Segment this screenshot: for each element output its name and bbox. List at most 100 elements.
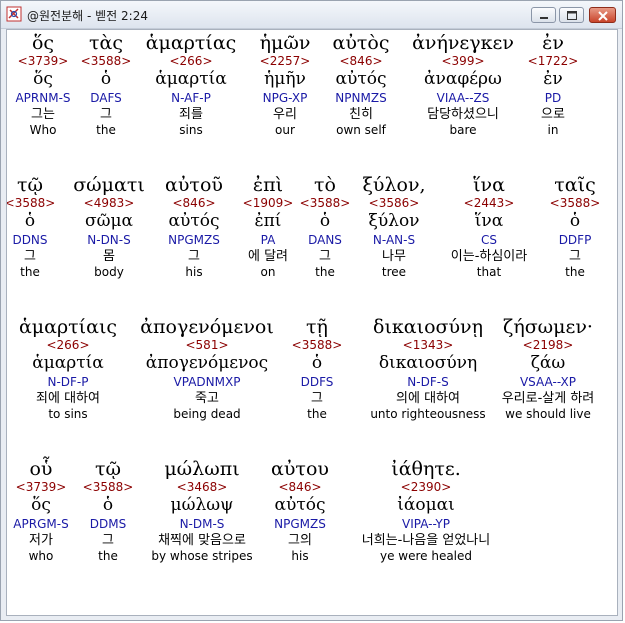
close-button[interactable] bbox=[589, 7, 616, 23]
word-column[interactable]: σώματι <4983> σῶμα N-DN-S 몸 body bbox=[73, 174, 145, 280]
parse-code: NPGMZS bbox=[168, 233, 220, 247]
korean-gloss: 우리 bbox=[273, 107, 297, 122]
word-column[interactable]: τῇ <3588> ὁ DDFS 그 the bbox=[292, 316, 343, 422]
word-column[interactable]: τὰς <3588> ὁ DAFS 그 the bbox=[81, 32, 132, 138]
word-column[interactable]: ζήσωμεν· <2198> ζάω VSAA--XP 우리로-살게 하려 we sho… bbox=[502, 316, 595, 422]
lemma: δικαιοσύνη bbox=[378, 353, 478, 373]
parse-code: N-DF-S bbox=[407, 375, 449, 389]
greek-word: μώλωπι bbox=[164, 458, 240, 480]
english-gloss: the bbox=[315, 265, 335, 279]
korean-gloss: 몸 bbox=[103, 249, 115, 264]
word-column[interactable]: τὸ <3588> ὁ DANS 그 the bbox=[300, 174, 351, 280]
word-column[interactable]: ξύλον, <3586> ξύλον N-AN-S 나무 tree bbox=[362, 174, 425, 280]
parse-code: N-AN-S bbox=[372, 233, 416, 247]
title-bar[interactable]: @원전분해 - 벧전 2:24 bbox=[1, 1, 622, 29]
english-gloss: to sins bbox=[48, 407, 88, 421]
lemma: ἐπί bbox=[254, 211, 282, 231]
korean-gloss: 에 달려 bbox=[247, 249, 288, 264]
app-window: @원전분해 - 벧전 2:24 ὅς <3739> ὅς APRNM-S 그는 Who τὰ… bbox=[0, 0, 623, 621]
strong-number: <1722> bbox=[527, 54, 579, 68]
analysis-panel[interactable]: ὅς <3739> ὅς APRNM-S 그는 Who τὰς <3588> ὁ DAFS 그 the… bbox=[6, 29, 618, 616]
strong-number: <266> bbox=[169, 54, 213, 68]
strong-number: <846> bbox=[278, 480, 322, 494]
korean-gloss: 의에 대하여 bbox=[396, 391, 460, 406]
strong-number: <3739> bbox=[15, 480, 67, 494]
lemma: μώλωψ bbox=[170, 495, 234, 515]
word-column[interactable]: αὐτου <846> αὐτός NPGMZS 그의 his bbox=[271, 458, 329, 564]
lemma: ὁ bbox=[24, 211, 36, 231]
english-gloss: Who bbox=[29, 123, 57, 137]
korean-gloss: 그 bbox=[100, 107, 112, 122]
greek-word: σώματι bbox=[73, 174, 145, 196]
word-column[interactable]: ἡμῶν <2257> ἡμῆν NPG-XP 우리 our bbox=[260, 32, 311, 138]
word-column[interactable]: ἰάθητε. <2390> ἰάομαι VIPA--YP 너희는-나음을 얻었나니 y… bbox=[362, 458, 490, 564]
korean-gloss: 그의 bbox=[288, 533, 312, 548]
greek-word: ἡμῶν bbox=[259, 32, 311, 54]
korean-gloss: 그 bbox=[188, 249, 200, 264]
word-column[interactable]: οὗ <3739> ὅς APRGM-S 저가 who bbox=[13, 458, 68, 564]
app-icon[interactable] bbox=[6, 6, 22, 22]
lemma: αὐτός bbox=[168, 211, 220, 231]
korean-gloss: 담당하셨으니 bbox=[427, 107, 499, 122]
word-column[interactable]: ἁμαρτίαις <266> ἁμαρτία N-DF-P 죄에 대하여 to sins bbox=[19, 316, 117, 422]
strong-number: <1343> bbox=[402, 338, 454, 352]
word-column[interactable]: τῷ <3588> ὁ DDNS 그 the bbox=[7, 174, 55, 280]
korean-gloss: 죄에 대하여 bbox=[36, 391, 100, 406]
greek-word: τὰς bbox=[89, 32, 123, 54]
english-gloss: his bbox=[185, 265, 203, 279]
strong-number: <3588> bbox=[291, 338, 343, 352]
word-column[interactable]: ἀνήνεγκεν <399> ἀναφέρω VIAA--ZS 담당하셨으니 bare bbox=[412, 32, 514, 138]
parse-code: N-DM-S bbox=[179, 517, 225, 531]
parse-code: CS bbox=[480, 233, 497, 247]
korean-gloss: 나무 bbox=[382, 249, 406, 264]
korean-gloss: 죽고 bbox=[195, 391, 219, 406]
greek-word: δικαιοσύνῃ bbox=[373, 316, 483, 338]
maximize-button[interactable] bbox=[559, 7, 584, 23]
parse-code: N-AF-P bbox=[171, 91, 211, 105]
strong-number: <266> bbox=[46, 338, 90, 352]
korean-gloss: 그는 bbox=[31, 107, 55, 122]
word-column[interactable]: δικαιοσύνῃ <1343> δικαιοσύνη N-DF-S 의에 대하여 un… bbox=[370, 316, 485, 422]
strong-number: <3588> bbox=[80, 54, 132, 68]
parse-code: NPG-XP bbox=[262, 91, 308, 105]
word-column[interactable]: ἵνα <2443> ἵνα CS 이는-하심이라 that bbox=[451, 174, 527, 280]
parse-code: DDMS bbox=[89, 517, 127, 531]
word-column[interactable]: αὐτὸς <846> αὐτός NPNMZS 친히 own self bbox=[333, 32, 390, 138]
word-column[interactable]: ταῖς <3588> ὁ DDFP 그 the bbox=[550, 174, 601, 280]
parse-code: N-DN-S bbox=[87, 233, 131, 247]
word-column[interactable]: τῷ <3588> ὁ DDMS 그 the bbox=[83, 458, 134, 564]
english-gloss: who bbox=[28, 549, 54, 563]
greek-word: ξύλον, bbox=[362, 174, 426, 196]
english-gloss: by whose stripes bbox=[151, 549, 253, 563]
greek-word: ἐπὶ bbox=[252, 174, 284, 196]
lemma: ὁ bbox=[319, 211, 331, 231]
minimize-button[interactable] bbox=[531, 7, 556, 23]
korean-gloss: 이는-하심이라 bbox=[450, 249, 528, 264]
greek-word: αὐτοῦ bbox=[165, 174, 223, 196]
lemma: ἁμαρτία bbox=[32, 353, 104, 373]
greek-word: ὅς bbox=[31, 32, 55, 54]
strong-number: <399> bbox=[441, 54, 485, 68]
strong-number: <2257> bbox=[259, 54, 311, 68]
word-column[interactable]: ὅς <3739> ὅς APRNM-S 그는 Who bbox=[15, 32, 70, 138]
word-column[interactable]: ἁμαρτίας <266> ἁμαρτία N-AF-P 죄를 sins bbox=[146, 32, 237, 138]
english-gloss: the bbox=[98, 549, 118, 563]
greek-word: τὸ bbox=[314, 174, 336, 196]
parse-code: APRGM-S bbox=[13, 517, 69, 531]
lemma: ξύλον bbox=[368, 211, 420, 231]
word-column[interactable]: μώλωπι <3468> μώλωψ N-DM-S 채찍에 맞음으로 by whose … bbox=[151, 458, 252, 564]
word-column[interactable]: αὐτοῦ <846> αὐτός NPGMZS 그 his bbox=[165, 174, 223, 280]
korean-gloss: 우리로-살게 하려 bbox=[501, 391, 595, 406]
strong-number: <581> bbox=[185, 338, 229, 352]
lemma: ἁμαρτία bbox=[155, 69, 227, 89]
word-column[interactable]: ἀπογενόμενοι <581> ἀπογενόμενος VPADNMXP 죽고 b… bbox=[140, 316, 274, 422]
strong-number: <3468> bbox=[176, 480, 228, 494]
lemma: ἡμῆν bbox=[264, 69, 306, 89]
lemma: ἐν bbox=[543, 69, 563, 89]
word-column[interactable]: ἐν <1722> ἐν PD 으로 in bbox=[528, 32, 579, 138]
parse-code: VIPA--YP bbox=[402, 517, 450, 531]
lemma: σῶμα bbox=[84, 211, 133, 231]
english-gloss: bare bbox=[449, 123, 477, 137]
word-column[interactable]: ἐπὶ <1909> ἐπί PA 에 달려 on bbox=[243, 174, 294, 280]
greek-word: οὗ bbox=[29, 458, 53, 480]
